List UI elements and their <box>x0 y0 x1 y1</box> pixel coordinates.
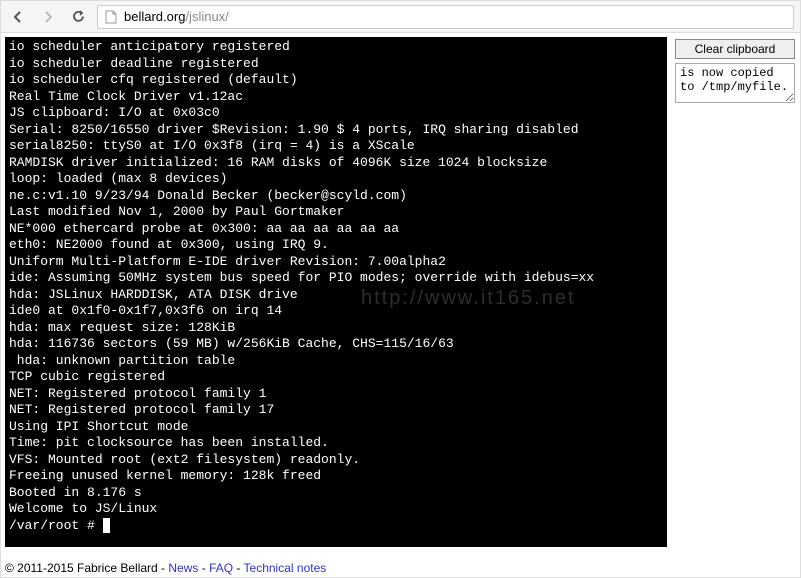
url-text: bellard.org/jslinux/ <box>124 9 229 24</box>
address-bar[interactable]: bellard.org/jslinux/ <box>97 5 794 29</box>
terminal-output[interactable]: io scheduler anticipatory registered io … <box>5 37 667 547</box>
page-icon <box>104 10 118 24</box>
footer: © 2011-2015 Fabrice Bellard - News - FAQ… <box>5 561 326 575</box>
clipboard-textarea[interactable] <box>675 63 795 103</box>
copyright-text: © 2011-2015 Fabrice Bellard - <box>5 561 168 575</box>
footer-link-tech[interactable]: Technical notes <box>244 561 327 575</box>
browser-toolbar: bellard.org/jslinux/ <box>1 1 800 33</box>
footer-link-news[interactable]: News <box>168 561 198 575</box>
forward-button[interactable] <box>37 6 59 28</box>
reload-button[interactable] <box>67 6 89 28</box>
clear-clipboard-button[interactable]: Clear clipboard <box>675 39 795 59</box>
sidebar: Clear clipboard <box>675 37 795 547</box>
back-button[interactable] <box>7 6 29 28</box>
footer-link-faq[interactable]: FAQ <box>209 561 233 575</box>
